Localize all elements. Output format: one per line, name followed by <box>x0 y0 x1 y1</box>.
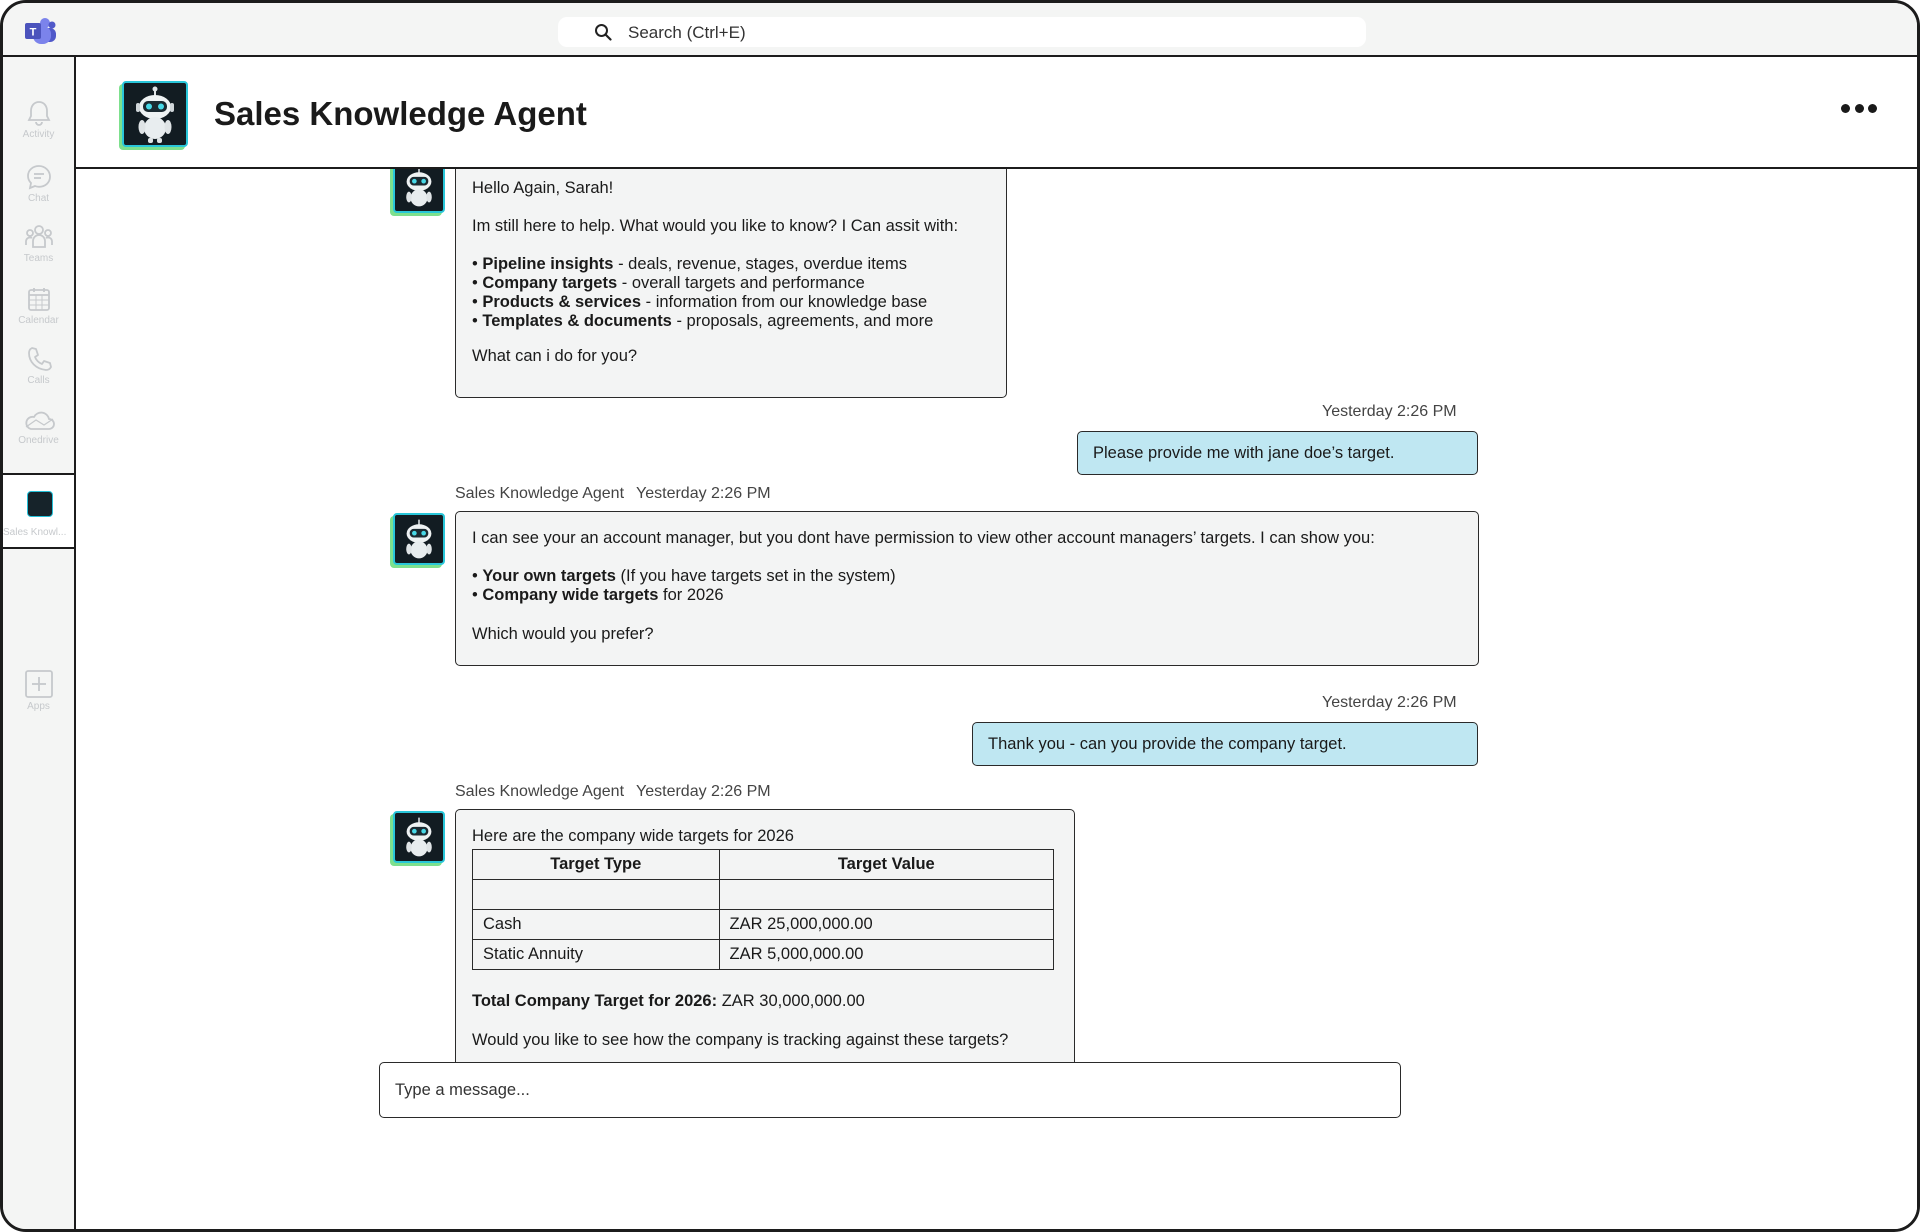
dot <box>1868 103 1877 113</box>
main-panel: Sales Knowledge Agent Hello Again, Sarah… <box>76 57 1917 1229</box>
table-row <box>472 879 1055 910</box>
search-icon <box>595 24 612 41</box>
list-item: • Your own targets (If you have targets … <box>472 567 896 585</box>
rail-item-calls[interactable]: Calls <box>3 345 74 386</box>
table-cell: Static Annuity <box>472 939 720 970</box>
dot <box>1841 103 1850 113</box>
bot-message: I can see your an account manager, but y… <box>455 511 1479 666</box>
add-apps-icon <box>24 670 53 698</box>
agent-avatar[interactable] <box>122 81 188 147</box>
message-intro: Here are the company wide targets for 20… <box>472 827 794 845</box>
app-rail: Activity Chat Teams Calendar Calls Onedr… <box>3 57 76 1229</box>
message-timestamp: Yesterday 2:26 PM <box>1322 403 1457 420</box>
column-header: Target Value <box>718 849 1055 880</box>
chat-header: Sales Knowledge Agent <box>76 57 1917 169</box>
table-cell: Cash <box>472 909 720 940</box>
chat-icon <box>26 165 51 190</box>
message-timestamp: Yesterday 2:26 PM <box>636 485 771 502</box>
message-closing: Which would you prefer? <box>472 625 654 643</box>
bot-avatar <box>393 811 445 863</box>
rail-item-sales-knowledge-agent[interactable]: Sales Knowl... <box>3 473 74 549</box>
table-cell <box>718 879 1055 910</box>
teams-logo-icon[interactable]: T <box>23 16 57 46</box>
rail-item-onedrive[interactable]: Onedrive <box>3 407 74 446</box>
agent-app-icon <box>27 491 53 517</box>
list-item: • Products & services - information from… <box>472 293 928 311</box>
app-window: T Search (Ctrl+E) Activity Chat Teams Ca… <box>0 0 1920 1232</box>
robot-icon <box>406 519 432 559</box>
user-message: Please provide me with jane doe’s target… <box>1077 431 1478 475</box>
bot-message: Hello Again, Sarah! Im still here to hel… <box>455 149 1007 398</box>
message-closing: What can i do for you? <box>472 347 638 365</box>
bot-avatar <box>393 513 445 565</box>
page-title: Sales Knowledge Agent <box>214 95 587 132</box>
teams-icon <box>24 225 53 248</box>
more-options-button[interactable] <box>1841 101 1877 115</box>
bullet-list: • Your own targets (If you have targets … <box>472 567 1462 605</box>
list-item: • Pipeline insights - deals, revenue, st… <box>472 255 907 273</box>
rail-item-chat[interactable]: Chat <box>3 163 74 204</box>
cloud-icon <box>24 411 55 430</box>
rail-item-teams[interactable]: Teams <box>3 223 74 264</box>
user-message: Thank you - can you provide the company … <box>972 722 1478 766</box>
table-cell: ZAR 5,000,000.00 <box>718 939 1055 970</box>
message-timestamp: Yesterday 2:26 PM <box>636 783 771 800</box>
calendar-icon <box>27 288 50 311</box>
table-cell <box>472 879 720 910</box>
message-meta: Sales Knowledge Agent Yesterday 2:26 PM <box>455 485 771 503</box>
message-timestamp: Yesterday 2:26 PM <box>1322 694 1457 711</box>
column-header: Target Type <box>472 849 720 880</box>
message-intro: I can see your an account manager, but y… <box>472 529 1375 547</box>
phone-icon <box>27 347 52 371</box>
sender-name: Sales Knowledge Agent <box>455 783 625 800</box>
dot <box>1854 103 1864 113</box>
table-row: Static Annuity ZAR 5,000,000.00 <box>472 939 1055 970</box>
robot-icon <box>406 817 432 857</box>
bell-icon <box>27 101 50 126</box>
table-cell: ZAR 25,000,000.00 <box>718 909 1055 940</box>
message-intro: Im still here to help. What would you li… <box>472 217 959 235</box>
bullet-list: • Pipeline insights - deals, revenue, st… <box>472 255 990 331</box>
robot-icon <box>406 167 432 207</box>
rail-item-calendar[interactable]: Calendar <box>3 285 74 326</box>
search-bar[interactable]: Search (Ctrl+E) <box>558 17 1366 47</box>
list-item: • Templates & documents - proposals, agr… <box>472 312 934 330</box>
sender-name: Sales Knowledge Agent <box>455 485 625 502</box>
table-header-row: Target Type Target Value <box>472 849 1055 880</box>
top-bar: T Search (Ctrl+E) <box>3 3 1917 57</box>
search-placeholder: Search (Ctrl+E) <box>628 23 746 42</box>
message-closing: Would you like to see how the company is… <box>472 1031 1009 1049</box>
rail-item-apps[interactable]: Apps <box>3 669 74 712</box>
total-target: Total Company Target for 2026: ZAR 30,00… <box>472 992 865 1010</box>
list-item: • Company wide targets for 2026 <box>472 586 724 604</box>
message-greeting: Hello Again, Sarah! <box>472 179 614 197</box>
table-row: Cash ZAR 25,000,000.00 <box>472 909 1055 940</box>
message-composer[interactable] <box>379 1062 1401 1118</box>
robot-icon <box>136 86 174 143</box>
message-meta: Sales Knowledge Agent Yesterday 2:26 PM <box>455 783 771 801</box>
list-item: • Company targets - overall targets and … <box>472 274 865 292</box>
targets-table: Target Type Target Value Cash ZAR 25,000… <box>472 849 1055 970</box>
svg-text:T: T <box>30 27 37 39</box>
rail-item-activity[interactable]: Activity <box>3 99 74 140</box>
bot-message: Here are the company wide targets for 20… <box>455 809 1075 1073</box>
message-input[interactable] <box>380 1063 1400 1117</box>
